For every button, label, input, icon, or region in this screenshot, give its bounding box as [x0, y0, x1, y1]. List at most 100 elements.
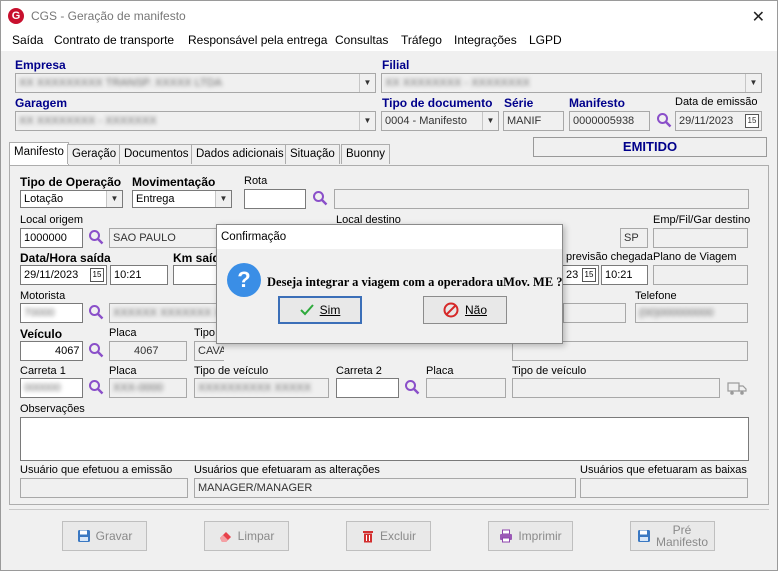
filial-select[interactable]: XX XXXXXXXX - XXXXXXXX ▼ — [381, 73, 762, 93]
tipo-documento-label: Tipo de documento — [382, 96, 493, 110]
km-saida-input[interactable] — [173, 265, 217, 285]
motorista-input[interactable]: 70000 — [20, 303, 83, 323]
tipo-veiculo-value: XXXXXXXXXX XXXXX — [198, 382, 312, 394]
hora-saida-input[interactable]: 10:21 — [110, 265, 168, 285]
tab-geracao[interactable]: Geração — [67, 144, 122, 164]
search-icon[interactable] — [656, 112, 672, 128]
excluir-label: Excluir — [379, 529, 416, 543]
plano-viagem-label: Plano de Viagem — [653, 251, 737, 263]
window-title: CGS - Geração de manifesto — [31, 9, 186, 23]
telefone-label: Telefone — [635, 290, 677, 302]
telefone-value: (00)000000000 — [639, 307, 714, 319]
km-saida-label: Km saíd — [173, 251, 220, 265]
pre-manifesto-label: Pré Manifesto — [656, 524, 708, 548]
data-saida-input[interactable]: 29/11/2023 15 — [20, 265, 107, 285]
chevron-down-icon: ▼ — [106, 191, 122, 207]
veiculo-input[interactable]: 4067 — [20, 341, 83, 361]
menu-lgpd[interactable]: LGPD — [529, 33, 562, 47]
tipo-documento-value: 0004 - Manifesto — [385, 115, 467, 127]
data-chegada-input[interactable]: 23 15 — [563, 265, 599, 285]
rota-descricao-field — [334, 189, 749, 209]
menu-saida[interactable]: Saída — [12, 33, 43, 47]
movimentacao-value: Entrega — [136, 193, 175, 205]
placa-label: Placa — [109, 327, 137, 339]
calendar-icon[interactable]: 15 — [745, 114, 759, 128]
rota-input[interactable] — [244, 189, 306, 209]
serie-field[interactable]: MANIF — [503, 111, 564, 131]
manifesto-field[interactable]: 0000005938 — [569, 111, 650, 131]
menu-trafego[interactable]: Tráfego — [401, 33, 442, 47]
limpar-label: Limpar — [237, 529, 275, 543]
menu-consultas[interactable]: Consultas — [335, 33, 388, 47]
chevron-down-icon: ▼ — [482, 112, 498, 130]
carreta2-input[interactable] — [336, 378, 399, 398]
data-emissao-label: Data de emissão — [675, 96, 758, 108]
tab-manifesto[interactable]: Manifesto — [9, 142, 69, 166]
search-icon[interactable] — [88, 304, 104, 320]
tipo-veiculo-field: XXXXXXXXXX XXXXX — [194, 378, 329, 398]
tipo-operacao-label: Tipo de Operação — [20, 175, 122, 189]
placa3-field — [426, 378, 506, 398]
tipo-operacao-value: Lotação — [24, 193, 64, 205]
nao-button[interactable]: Não — [423, 296, 507, 324]
emp-fil-gar-field — [653, 228, 748, 248]
observacoes-label: Observações — [20, 403, 85, 415]
local-origem-label: Local origem — [20, 214, 83, 226]
main-window: G CGS - Geração de manifesto ✕ Saída Con… — [0, 0, 778, 571]
calendar-icon[interactable]: 15 — [582, 268, 596, 282]
menu-integracoes[interactable]: Integrações — [454, 33, 517, 47]
footer-divider — [9, 509, 769, 510]
carreta2-label: Carreta 2 — [336, 365, 382, 377]
hora-chegada-input[interactable]: 10:21 — [601, 265, 648, 285]
veiculo-label: Veículo — [20, 327, 63, 341]
tab-documentos[interactable]: Documentos — [119, 144, 194, 164]
observacoes-textarea[interactable] — [20, 417, 749, 461]
search-icon[interactable] — [404, 379, 420, 395]
dialog-message: Deseja integrar a viagem com a operadora… — [267, 275, 563, 289]
menu-responsavel-entrega[interactable]: Responsável pela entrega — [188, 33, 327, 47]
motorista-code: 70000 — [24, 307, 55, 319]
telefone-field: (00)000000000 — [635, 303, 748, 323]
close-icon[interactable]: ✕ — [752, 7, 765, 27]
search-icon[interactable] — [88, 379, 104, 395]
movimentacao-select[interactable]: Entrega ▼ — [132, 190, 232, 208]
data-emissao-value: 29/11/2023 — [679, 115, 734, 127]
motorista-name-field: XXXXXX XXXXXXX XXXXXXX — [109, 303, 219, 323]
data-chegada-value: 23 — [566, 269, 579, 281]
tipo-operacao-select[interactable]: Lotação ▼ — [20, 190, 123, 208]
sim-label: Sim — [319, 303, 341, 317]
imprimir-button[interactable]: Imprimir — [488, 521, 573, 551]
search-icon[interactable] — [88, 229, 104, 245]
empresa-select[interactable]: XX XXXXXXXXX TRANSP. XXXXX LTDA ▼ — [15, 73, 376, 93]
search-icon[interactable] — [88, 342, 104, 358]
nao-label: Não — [464, 303, 487, 317]
garagem-select[interactable]: XX XXXXXXXX - XXXXXXX ▼ — [15, 111, 376, 131]
title-bar: G CGS - Geração de manifesto ✕ — [1, 1, 777, 31]
pre-manifesto-button[interactable]: Pré Manifesto — [630, 521, 715, 551]
tipo-documento-select[interactable]: 0004 - Manifesto ▼ — [381, 111, 499, 131]
usuarios-baixas-field — [580, 478, 748, 498]
truck-icon[interactable] — [727, 380, 747, 396]
local-origem-city: SAO PAULO — [109, 228, 219, 248]
local-origem-input[interactable]: 1000000 — [20, 228, 83, 248]
search-icon[interactable] — [312, 190, 328, 206]
tab-situacao[interactable]: Situação — [285, 144, 340, 164]
calendar-icon[interactable]: 15 — [90, 268, 104, 282]
rota-label: Rota — [244, 175, 268, 187]
data-emissao-field[interactable]: 29/11/2023 15 — [675, 111, 762, 131]
tipo-veiculo2-field — [512, 378, 720, 398]
placa-field: 4067 — [109, 341, 187, 361]
limpar-button[interactable]: Limpar — [204, 521, 289, 551]
tipo-veiculo-label: Tipo de veículo — [194, 365, 269, 377]
question-icon: ? — [227, 263, 261, 297]
tab-buonny[interactable]: Buonny — [341, 144, 391, 164]
gravar-button[interactable]: Gravar — [62, 521, 147, 551]
sim-button[interactable]: Sim — [278, 296, 362, 324]
tab-dados-adicionais[interactable]: Dados adicionais — [191, 144, 289, 164]
plano-viagem-field — [653, 265, 748, 285]
carreta1-input[interactable]: 000000 — [20, 378, 83, 398]
excluir-button[interactable]: Excluir — [346, 521, 431, 551]
movimentacao-label: Movimentação — [132, 175, 216, 189]
menu-contrato-transporte[interactable]: Contrato de transporte — [54, 33, 174, 47]
emp-fil-gar-label: Emp/Fil/Gar destino — [653, 214, 751, 226]
